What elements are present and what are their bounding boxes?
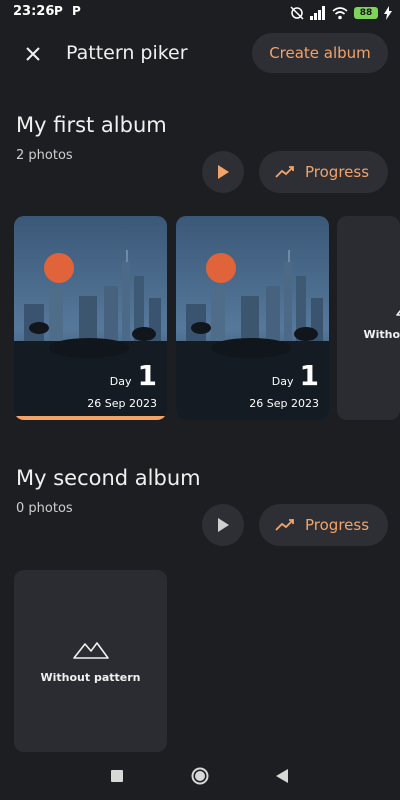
photo-card[interactable]: Day 1 26 Sep 2023 [14, 216, 167, 420]
album-title: My second album [16, 466, 201, 490]
status-icons: 88 [290, 5, 392, 21]
day-label: Day [109, 375, 132, 388]
photo-date: 26 Sep 2023 [249, 397, 319, 410]
page-title: Pattern piker [66, 42, 188, 64]
day-label: Day [271, 375, 294, 388]
add-pattern-card[interactable]: Without pattern [337, 216, 400, 420]
selected-indicator [14, 416, 167, 420]
back-button[interactable] [270, 764, 294, 788]
signal-icon [310, 6, 325, 20]
day-indicator: Day 1 [110, 359, 157, 392]
trend-up-icon [275, 166, 294, 178]
home-button[interactable] [188, 764, 212, 788]
notification-icon: P [54, 4, 63, 18]
play-button[interactable] [202, 504, 244, 546]
status-time: 23:26 [13, 4, 55, 19]
close-icon [26, 47, 40, 61]
progress-label: Progress [305, 163, 370, 181]
pattern-card-content: Without pattern [337, 216, 400, 420]
recents-button[interactable] [105, 764, 129, 788]
play-button[interactable] [202, 151, 244, 193]
album-photo-count: 0 photos [16, 501, 73, 516]
battery-icon: 88 [354, 7, 378, 19]
day-indicator: Day 1 [272, 359, 319, 392]
system-nav-bar [0, 752, 400, 800]
photo-card[interactable]: Day 1 26 Sep 2023 [176, 216, 329, 420]
pattern-label: Without pattern [40, 670, 141, 684]
day-number: 1 [299, 359, 319, 392]
create-album-button[interactable]: Create album [252, 33, 388, 73]
close-button[interactable] [21, 42, 45, 66]
play-icon [218, 165, 229, 179]
mountain-icon [395, 308, 400, 316]
play-icon [218, 518, 229, 532]
mountain-icon [72, 641, 109, 659]
trend-up-icon [275, 519, 294, 531]
circle-icon [191, 767, 209, 785]
progress-label: Progress [305, 516, 370, 534]
album-title: My first album [16, 113, 167, 137]
square-icon [111, 770, 123, 782]
alarm-off-icon [290, 6, 304, 20]
add-pattern-card[interactable]: Without pattern [14, 570, 167, 752]
album-photo-count: 2 photos [16, 148, 73, 163]
photo-date: 26 Sep 2023 [87, 397, 157, 410]
pattern-card-content: Without pattern [14, 570, 167, 752]
progress-button[interactable]: Progress [259, 504, 388, 546]
back-triangle-icon [276, 769, 288, 783]
wifi-icon [332, 7, 348, 20]
charging-icon [384, 6, 392, 20]
pattern-label: Without pattern [363, 327, 400, 341]
notification-icon: P [72, 4, 81, 18]
day-number: 1 [137, 359, 157, 392]
progress-button[interactable]: Progress [259, 151, 388, 193]
status-bar: 23:26 P P 88 [0, 0, 400, 26]
